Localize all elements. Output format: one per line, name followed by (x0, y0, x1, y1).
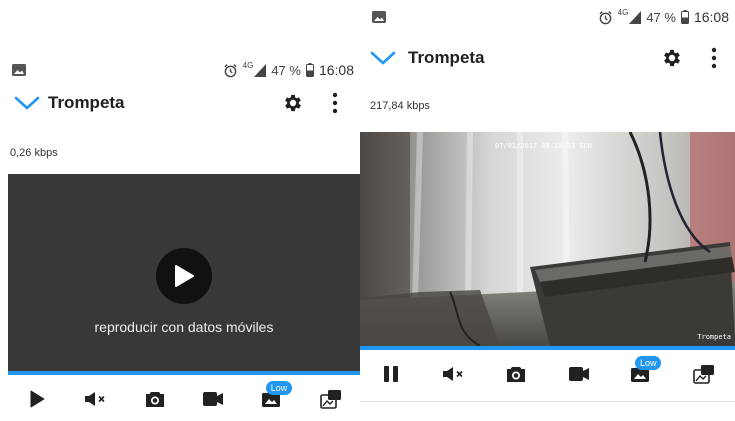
gear-icon[interactable] (282, 92, 304, 114)
phone-screen-playing: 4G 47 % 16:08 Trompeta 217,84 kbps 07/01… (360, 0, 735, 421)
gallery-icon (372, 11, 386, 23)
mobile-data-prompt[interactable]: reproducir con datos móviles (8, 319, 360, 335)
play-icon (175, 265, 194, 287)
play-button[interactable] (156, 248, 212, 304)
progress-bar (8, 371, 360, 375)
mute-button[interactable] (78, 381, 114, 417)
switch-view-button[interactable] (313, 381, 349, 417)
control-bar: Low (360, 352, 735, 396)
app-bar: Trompeta (0, 83, 360, 123)
osd-camera-label: Trompeta (697, 333, 731, 341)
status-bar: 4G 47 % 16:08 (0, 53, 360, 87)
quality-button[interactable]: Low (254, 381, 292, 417)
signal-icon (254, 63, 267, 77)
divider (360, 401, 735, 402)
video-player[interactable]: 07/01/2017 08:10:33 SUN Trompeta (360, 132, 735, 346)
app-bar: Trompeta (360, 38, 735, 78)
gallery-icon (12, 64, 26, 76)
snapshot-button[interactable] (498, 356, 534, 392)
phone-screen-stopped: 4G 47 % 16:08 Trompeta 0,26 kbps reprodu… (0, 47, 360, 421)
play-control-button[interactable] (19, 381, 55, 417)
mute-button[interactable] (436, 356, 472, 392)
clock: 16:08 (318, 62, 354, 78)
network-type: 4G (617, 7, 629, 17)
pause-button[interactable] (373, 356, 409, 392)
switch-icon (319, 390, 341, 409)
osd-timestamp: 07/01/2017 08:10:33 SUN (495, 142, 592, 150)
camera-icon (145, 391, 164, 407)
video-record-icon (203, 392, 224, 406)
bitrate-label: 217,84 kbps (370, 100, 430, 112)
chevron-down-icon[interactable] (14, 93, 40, 113)
signal-icon (629, 10, 642, 24)
alarm-icon (224, 63, 237, 77)
battery-icon (305, 63, 314, 77)
mute-icon (84, 392, 105, 406)
camera-feed-image (360, 132, 735, 346)
switch-view-button[interactable] (686, 356, 722, 392)
play-icon (30, 390, 45, 408)
video-record-icon (568, 367, 589, 381)
switch-icon (692, 365, 714, 384)
camera-icon (507, 366, 526, 382)
quality-badge: Low (265, 381, 292, 395)
snapshot-button[interactable] (137, 381, 173, 417)
pause-icon (384, 366, 399, 382)
clock: 16:08 (693, 9, 729, 25)
bitrate-label: 0,26 kbps (10, 147, 58, 159)
record-button[interactable] (195, 381, 231, 417)
quality-badge: Low (635, 356, 662, 370)
camera-title: Trompeta (48, 93, 125, 112)
camera-title: Trompeta (408, 48, 485, 67)
progress-bar (360, 346, 735, 350)
record-button[interactable] (561, 356, 597, 392)
battery-percent: 47 % (646, 9, 676, 25)
quality-button[interactable]: Low (623, 356, 662, 392)
gear-icon[interactable] (661, 47, 683, 69)
alarm-icon (599, 10, 612, 24)
video-player[interactable]: reproducir con datos móviles (8, 174, 360, 371)
network-type: 4G (242, 60, 254, 70)
battery-percent: 47 % (271, 62, 301, 78)
chevron-down-icon[interactable] (370, 48, 396, 68)
battery-icon (680, 10, 689, 24)
status-bar: 4G 47 % 16:08 (360, 0, 735, 34)
more-vert-icon[interactable] (331, 92, 339, 114)
more-vert-icon[interactable] (710, 47, 718, 69)
control-bar: Low (8, 377, 360, 421)
mute-icon (442, 367, 463, 381)
